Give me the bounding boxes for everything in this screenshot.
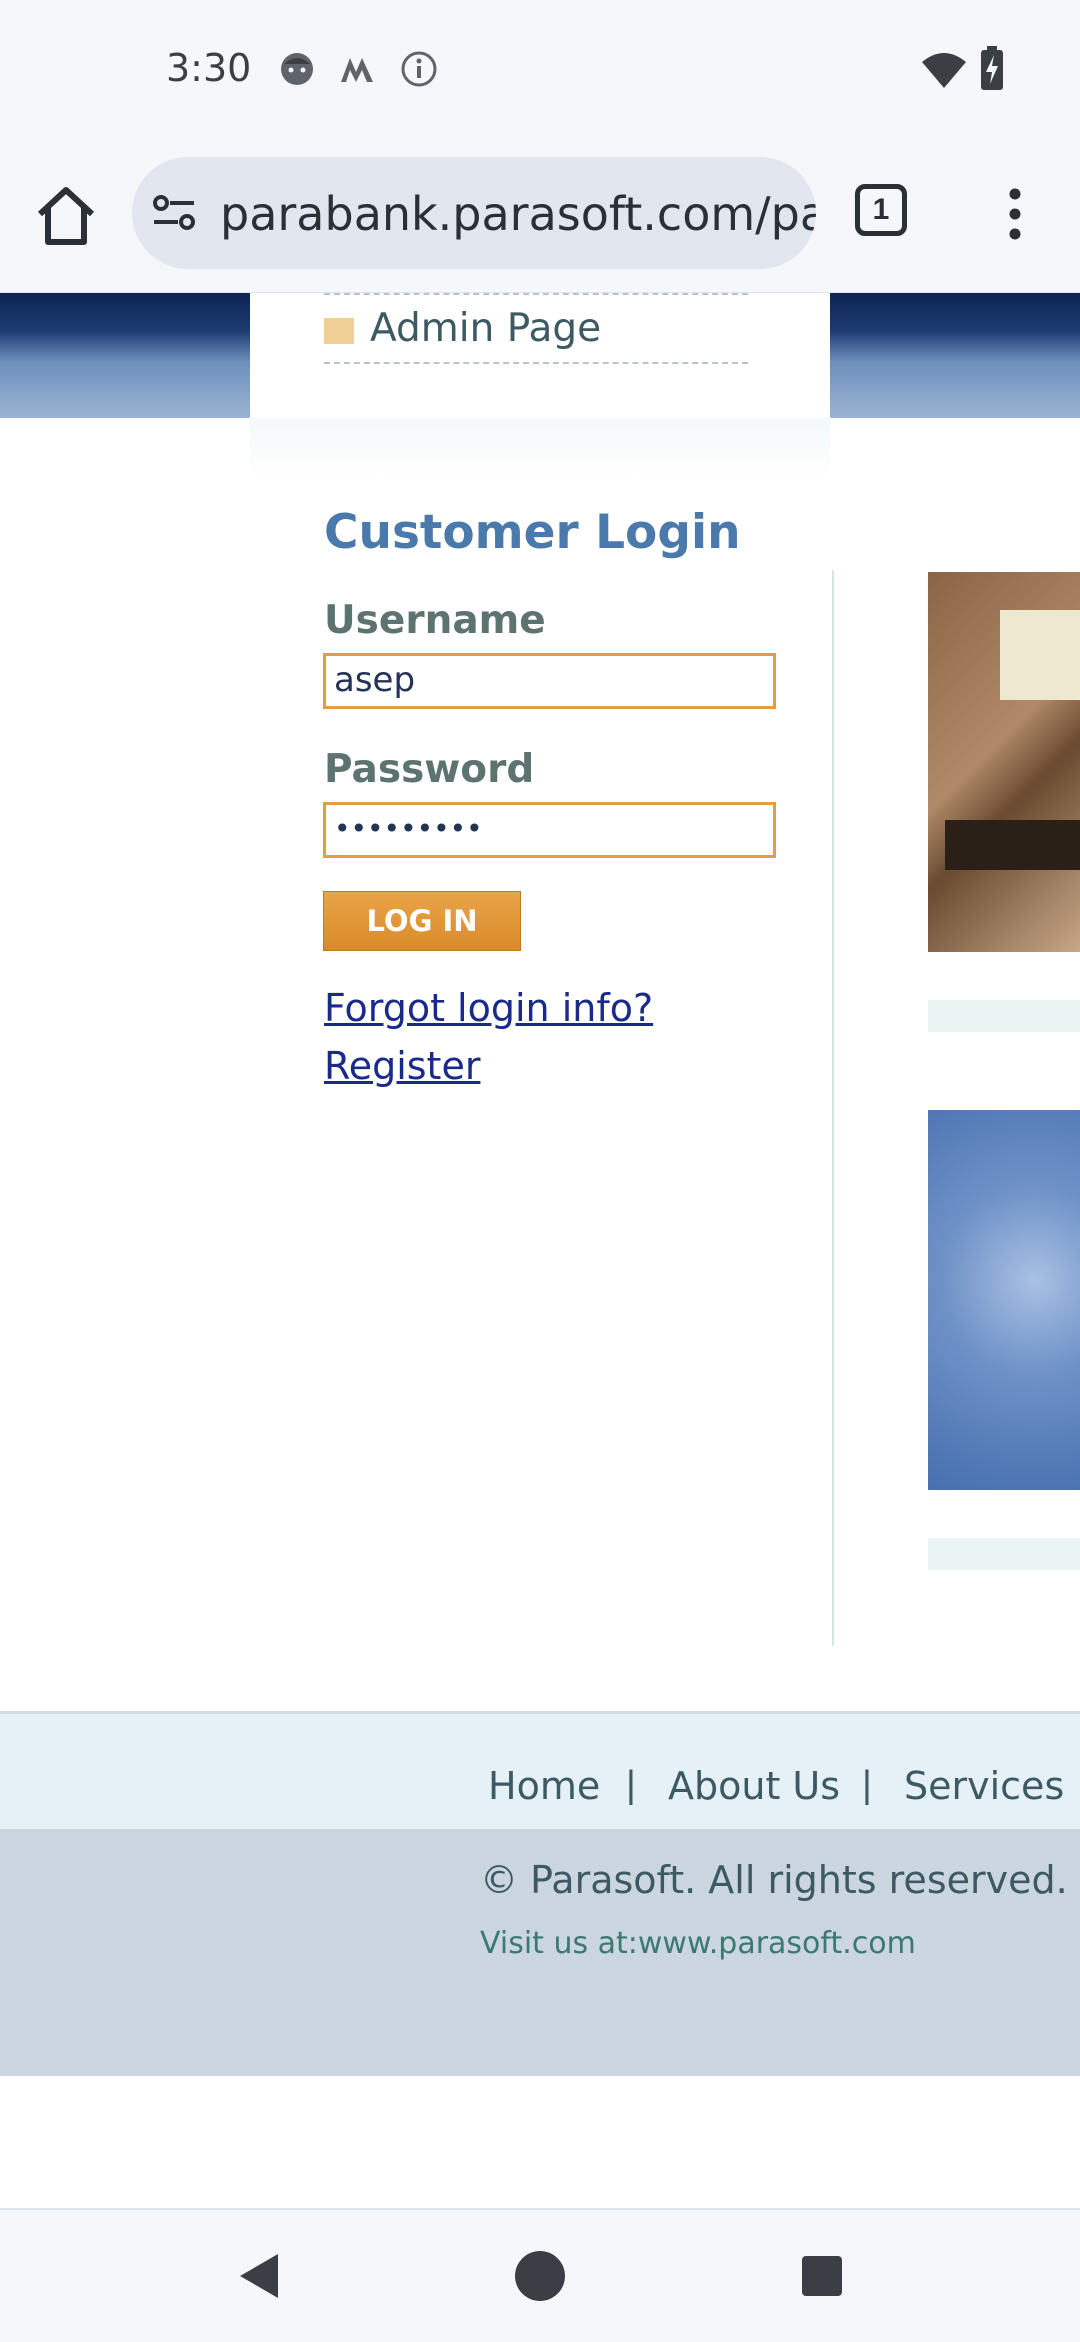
footer-home-link[interactable]: Home [488,1764,600,1808]
promo-image-detail [1000,610,1080,700]
password-label: Password [324,747,535,792]
footer-separator: | [626,1764,636,1806]
forgot-login-link[interactable]: Forgot login info? [324,986,653,1030]
promo-caption-bar [928,1000,1080,1032]
footer-separator: | [862,1764,872,1806]
status-time: 3:30 [166,46,252,90]
menu-divider [324,362,748,364]
username-input[interactable]: asep [323,653,776,709]
visit-link[interactable]: Visit us at:www.parasoft.com [480,1926,916,1961]
footer-about-link[interactable]: About Us [668,1764,840,1808]
url-bar[interactable]: parabank.parasoft.com/parabank [132,157,816,269]
copyright-text: © Parasoft. All rights reserved. [480,1858,1068,1902]
column-divider [832,570,834,1646]
login-title: Customer Login [324,505,741,560]
status-bar [0,0,1080,140]
wifi-icon [922,53,966,88]
back-icon[interactable] [234,2250,284,2302]
bullet-icon [324,318,354,344]
info-icon [401,51,437,87]
register-link[interactable]: Register [324,1044,480,1088]
site-info-icon[interactable] [152,193,196,233]
admin-page-link[interactable]: Admin Page [370,306,601,351]
home-icon[interactable] [30,180,102,252]
face-icon [281,53,313,85]
home-nav-icon[interactable] [514,2250,566,2302]
menu-divider [324,293,748,295]
username-label: Username [324,598,546,643]
promo-image-detail [945,820,1080,870]
footer-services-link[interactable]: Services [904,1764,1064,1808]
tabs-icon[interactable]: 1 [855,184,907,236]
login-button[interactable]: LOG IN [323,891,521,951]
promo-image-pattern [928,1110,1080,1490]
password-input[interactable]: ••••••••• [323,802,776,858]
more-vert-icon[interactable] [1000,186,1030,242]
promo-caption-bar [928,1538,1080,1570]
m-logo-icon [341,58,373,82]
battery-charging-icon [981,46,1003,90]
url-text: parabank.parasoft.com/parabank [220,187,816,241]
header-shadow [250,418,830,478]
recents-icon[interactable] [800,2254,844,2298]
